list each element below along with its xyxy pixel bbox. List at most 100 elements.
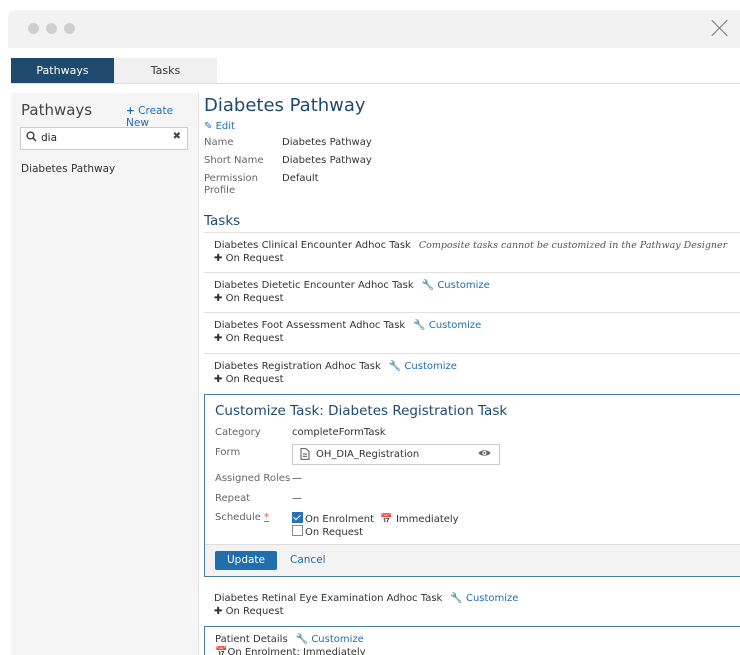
field-value: Diabetes Pathway (282, 137, 372, 148)
roles-value: — (292, 473, 302, 484)
task-row: Diabetes Foot Assessment Adhoc Task 🔧 Cus… (204, 312, 740, 353)
field-value: Default (282, 173, 319, 184)
schedule-option-enrolment[interactable]: On Enrolment 📅 Immediately (292, 512, 459, 525)
enrolment-checkbox[interactable] (292, 512, 303, 523)
wrench-icon: 🔧 (388, 361, 402, 372)
plus-icon: ✚ (214, 606, 223, 617)
task-trigger: On Request (225, 333, 284, 344)
request-checkbox[interactable] (292, 525, 303, 536)
schedule-label: Schedule * (215, 512, 269, 523)
plus-icon: ✚ (214, 253, 223, 264)
window-control-dot[interactable] (28, 23, 39, 34)
task-trigger: On Request (225, 374, 284, 385)
patient-details-row: Patient Details 🔧 Customize 📅On Enrolment… (204, 626, 740, 655)
customize-link[interactable]: 🔧 Customize (296, 634, 364, 645)
tasks-heading: Tasks (204, 213, 241, 229)
customize-link[interactable]: 🔧 Customize (422, 280, 490, 291)
document-icon (300, 448, 310, 463)
task-trigger: On Request (225, 606, 284, 617)
task-name: Diabetes Retinal Eye Examination Adhoc T… (214, 593, 443, 604)
required-mark: * (264, 512, 270, 523)
wrench-icon: 🔧 (413, 320, 426, 331)
edit-link[interactable]: ✎ Edit (204, 121, 235, 132)
customize-title: Customize Task: Diabetes Registration Ta… (215, 403, 508, 419)
customize-label: Customize (437, 280, 490, 291)
customize-link[interactable]: 🔧 Customize (389, 361, 457, 372)
task-name: Diabetes Clinical Encounter Adhoc Task (214, 240, 411, 251)
form-value: OH_DIA_Registration (316, 449, 420, 460)
tab-tasks[interactable]: Tasks (114, 58, 217, 83)
category-label: Category (215, 427, 261, 438)
sidebar: Pathways + Create New dia ✖ Diabetes Pat… (11, 93, 199, 655)
plus-icon: + (126, 105, 135, 117)
customize-label: Customize (404, 361, 457, 372)
task-trigger: On Request (225, 293, 284, 304)
customize-label: Customize (428, 320, 482, 331)
panel-footer: Update Cancel (205, 544, 740, 576)
search-input[interactable]: dia ✖ (20, 127, 188, 150)
field-value: Diabetes Pathway (282, 155, 372, 166)
task-name: Patient Details (215, 634, 288, 645)
sidebar-title: Pathways (21, 101, 93, 119)
form-select[interactable]: OH_DIA_Registration (292, 444, 500, 465)
customize-label: Customize (311, 634, 364, 645)
wrench-icon: 🔧 (295, 634, 309, 645)
update-button[interactable]: Update (215, 551, 277, 570)
form-label: Form (215, 447, 241, 458)
field-row: Name Diabetes Pathway (204, 137, 504, 149)
field-label: Name (204, 137, 234, 148)
task-name: Diabetes Registration Adhoc Task (214, 361, 381, 372)
immediately-label: Immediately (395, 514, 459, 525)
field-label: Short Name (204, 155, 264, 166)
plus-icon: ✚ (214, 374, 223, 385)
calendar-icon: 📅 (215, 647, 228, 655)
page-title: Diabetes Pathway (204, 95, 366, 116)
schedule-label-text: Schedule (215, 512, 261, 523)
calendar-icon: 📅 (380, 514, 393, 525)
schedule-option-request[interactable]: On Request (292, 525, 363, 538)
repeat-label: Repeat (215, 493, 251, 504)
task-note: Composite tasks cannot be customized in … (418, 240, 728, 251)
window-control-dot[interactable] (46, 23, 57, 34)
cancel-button[interactable]: Cancel (290, 554, 326, 566)
customize-link[interactable]: 🔧 Customize (450, 593, 518, 604)
wrench-icon: 🔧 (421, 280, 435, 291)
customize-task-panel: Customize Task: Diabetes Registration Ta… (204, 394, 740, 577)
task-trigger: On Enrolment: Immediately (227, 647, 366, 655)
field-row: Short Name Diabetes Pathway (204, 155, 504, 167)
task-trigger: On Request (225, 253, 284, 264)
create-new-link[interactable]: + Create New (126, 105, 198, 129)
roles-label: Assigned Roles (215, 473, 291, 484)
close-icon[interactable] (710, 18, 730, 38)
tab-pathways[interactable]: Pathways (11, 58, 114, 83)
category-value: completeFormTask (292, 427, 386, 438)
window-control-dot[interactable] (64, 23, 75, 34)
schedule-row: Schedule * On Enrolment 📅 Immediately On… (215, 512, 535, 540)
repeat-value: — (292, 493, 302, 504)
task-row: Diabetes Clinical Encounter Adhoc Task Co… (204, 232, 740, 273)
customize-link[interactable]: 🔧 Customize (413, 320, 481, 331)
plus-icon: ✚ (214, 293, 223, 304)
sidebar-item-diabetes-pathway[interactable]: Diabetes Pathway (21, 163, 115, 175)
search-value: dia (41, 132, 58, 144)
title-bar (8, 10, 740, 48)
task-row: Diabetes Dietetic Encounter Adhoc Task 🔧 … (204, 272, 740, 313)
search-icon (26, 131, 37, 145)
pencil-icon: ✎ (204, 121, 213, 132)
task-name: Diabetes Foot Assessment Adhoc Task (214, 320, 406, 331)
request-label: On Request (305, 527, 364, 538)
enrolment-label: On Enrolment (305, 514, 374, 525)
customize-label: Customize (465, 593, 519, 604)
field-label: Permission Profile (204, 173, 258, 196)
field-row: Permission Profile Default (204, 173, 504, 199)
clear-search-icon[interactable]: ✖ (173, 131, 181, 142)
app-window: Pathways Tasks Pathways + Create New dia… (8, 10, 740, 655)
plus-icon: ✚ (214, 333, 223, 344)
task-name: Diabetes Dietetic Encounter Adhoc Task (214, 280, 414, 291)
tab-bar: Pathways Tasks (11, 58, 740, 84)
task-row: Diabetes Retinal Eye Examination Adhoc T… (204, 586, 740, 626)
task-row: Diabetes Registration Adhoc Task 🔧 Custom… (204, 353, 740, 394)
edit-label: Edit (215, 121, 235, 132)
eye-icon[interactable] (478, 448, 491, 461)
wrench-icon: 🔧 (450, 593, 463, 604)
